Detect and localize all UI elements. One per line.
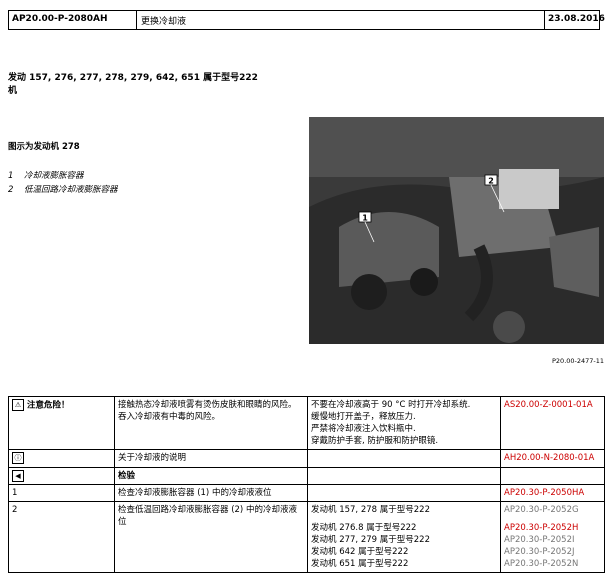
step-ref-link[interactable]: AP20.30-P-2052H — [504, 522, 601, 534]
step-ref-link[interactable]: AP20.30-P-2052G — [504, 504, 601, 516]
step-row: 1 检查冷却液膨胀容器 (1) 中的冷却液液位 AP20.30-P-2050HA — [8, 484, 605, 502]
section-arrow-icon: ◀ — [12, 469, 24, 482]
section-label: 检验 — [114, 466, 308, 485]
doc-id: AP20.00-P-2080AH — [9, 11, 137, 29]
step-ref-link[interactable]: AP20.30-P-2052I — [504, 534, 601, 546]
applicability: 发动 157, 276, 277, 278, 279, 642, 651 属于型… — [8, 72, 308, 98]
step-desc: 检查低温回路冷却液膨胀容器 (2) 中的冷却液液位 — [114, 501, 308, 573]
info-desc: 关于冷却液的说明 — [114, 449, 308, 468]
danger-row: ⚠ 注意危险！ 接触热态冷却液喷雾有烫伤皮肤和眼睛的风险。吞入冷却液有中毒的风险。… — [8, 396, 605, 450]
step-ref-link[interactable]: AP20.30-P-2052N — [504, 558, 601, 570]
callout-2: 2 — [488, 177, 494, 186]
info-icon-cell: ⓘ — [8, 449, 115, 468]
step-num: 1 — [8, 484, 115, 502]
procedure-table: ⚠ 注意危险！ 接触热态冷却液喷雾有烫伤皮肤和眼睛的风险。吞入冷却液有中毒的风险。… — [8, 396, 605, 573]
step-num: 2 — [8, 501, 115, 573]
engine-photo: 1 2 — [309, 117, 604, 344]
step-row: 2 检查低温回路冷却液膨胀容器 (2) 中的冷却液液位 发动机 157, 278… — [8, 501, 605, 573]
figure-legend: 1 冷却液膨胀容器 2 低温回路冷却液膨胀容器 — [8, 169, 118, 197]
section-icon-cell: ◀ — [8, 466, 115, 485]
doc-title: 更换冷却液 — [137, 11, 545, 29]
step-ref-link[interactable]: AP20.30-P-2052J — [504, 546, 601, 558]
info-icon: ⓘ — [12, 452, 24, 464]
legend-item: 1 冷却液膨胀容器 — [8, 171, 84, 181]
doc-date: 23.08.2016 — [548, 14, 605, 24]
danger-label: ⚠ 注意危险！ — [8, 396, 115, 450]
applicability-line1: 发动 157, 276, 277, 278, 279, 642, 651 属于型… — [8, 73, 258, 83]
info-row: ⓘ 关于冷却液的说明 AH20.00-N-2080-01A — [8, 449, 605, 468]
legend-item: 2 低温回路冷却液膨胀容器 — [8, 185, 118, 195]
danger-ref-link[interactable]: AS20.00-Z-0001-01A — [500, 396, 605, 450]
step-ref-link[interactable]: AP20.30-P-2050HA — [500, 484, 605, 502]
figure-ref: P20.00-2477-11 — [552, 357, 605, 365]
callout-1: 1 — [362, 214, 368, 223]
step-engines: 发动机 157, 278 属于型号222 发动机 276.8 属于型号222 发… — [307, 501, 501, 573]
step-refs: AP20.30-P-2052G AP20.30-P-2052H AP20.30-… — [500, 501, 605, 573]
section-row: ◀ 检验 — [8, 466, 605, 485]
danger-desc: 接触热态冷却液喷雾有烫伤皮肤和眼睛的风险。吞入冷却液有中毒的风险。 — [114, 396, 308, 450]
document-header: AP20.00-P-2080AH 更换冷却液 23.08.2016 — [8, 10, 605, 30]
danger-measures: 不要在冷却液高于 90 °C 时打开冷却系统. 缓慢地打开盖子，释放压力. 严禁… — [307, 396, 501, 450]
figure-caption: 图示为发动机 278 — [8, 142, 80, 152]
info-ref-link[interactable]: AH20.00-N-2080-01A — [500, 449, 605, 468]
applicability-line2: 机 — [8, 86, 18, 96]
step-desc: 检查冷却液膨胀容器 (1) 中的冷却液液位 — [114, 484, 308, 502]
warning-icon: ⚠ — [12, 399, 24, 411]
